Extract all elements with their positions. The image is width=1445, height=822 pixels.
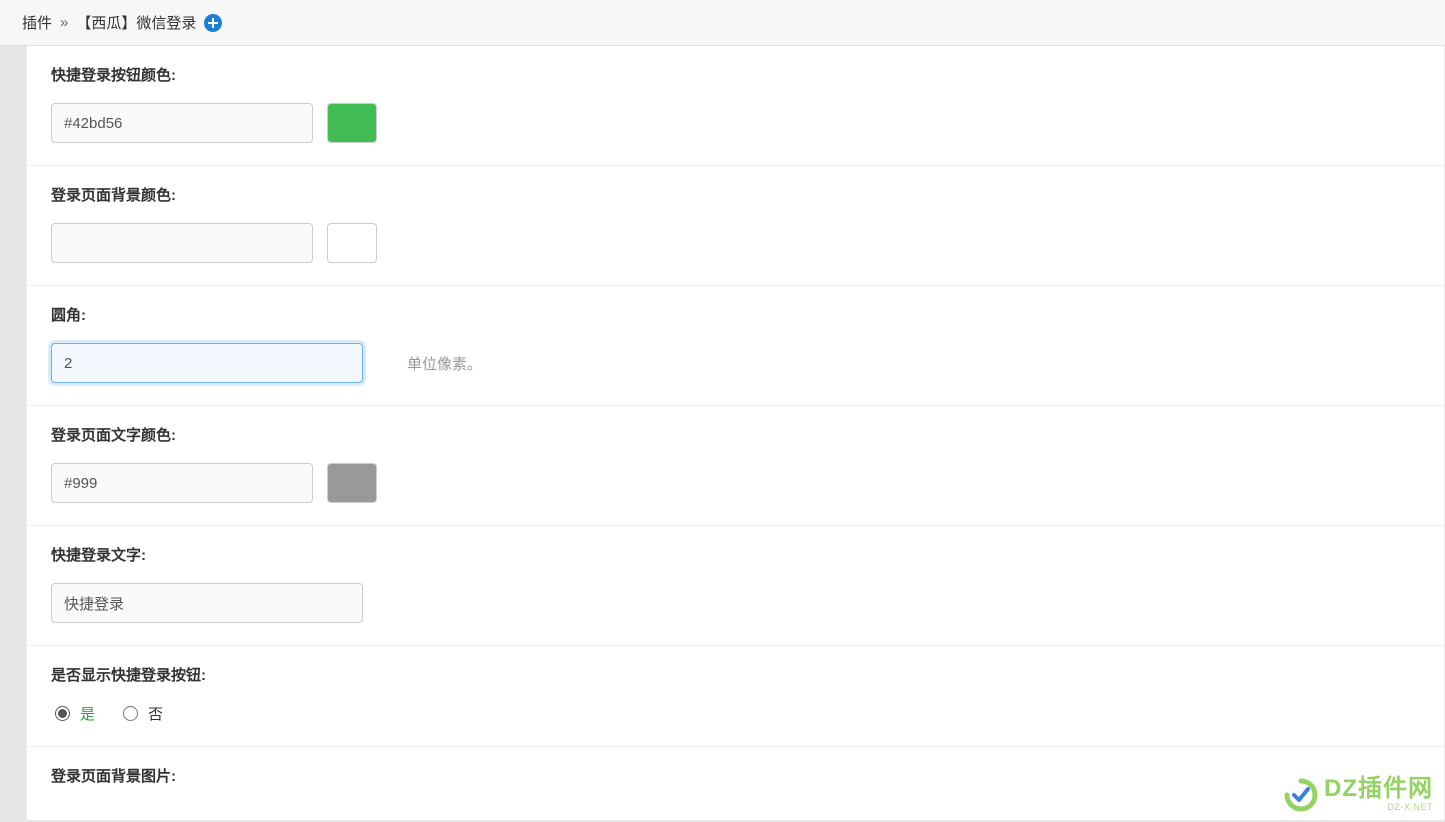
input-login-page-bg-color[interactable] [51, 223, 313, 263]
add-icon[interactable] [204, 14, 222, 32]
row-login-page-bg-color: 登录页面背景颜色: [27, 166, 1444, 286]
radio-yes-item[interactable]: 是 [55, 703, 95, 724]
radio-no[interactable] [123, 706, 138, 721]
hint-radius: 单位像素。 [407, 353, 482, 374]
label-login-page-bg-color: 登录页面背景颜色: [51, 184, 1420, 205]
input-quick-login-text[interactable] [51, 583, 363, 623]
label-quick-login-text: 快捷登录文字: [51, 544, 1420, 565]
radio-yes[interactable] [55, 706, 70, 721]
row-radius: 圆角: 单位像素。 [27, 286, 1444, 406]
radio-no-label: 否 [148, 703, 163, 724]
breadcrumb: 插件 » 【西瓜】微信登录 [0, 0, 1445, 46]
radio-yes-label: 是 [80, 703, 95, 724]
label-login-page-bg-image: 登录页面背景图片: [51, 765, 1420, 786]
input-quick-login-button-color[interactable] [51, 103, 313, 143]
label-login-page-text-color: 登录页面文字颜色: [51, 424, 1420, 445]
input-radius[interactable] [51, 343, 363, 383]
breadcrumb-plugins[interactable]: 插件 [22, 12, 52, 33]
row-quick-login-text: 快捷登录文字: [27, 526, 1444, 646]
swatch-login-page-bg-color[interactable] [327, 223, 377, 263]
row-quick-login-button-color: 快捷登录按钮颜色: [27, 46, 1444, 166]
form-panel: 快捷登录按钮颜色: 登录页面背景颜色: 圆角: 单位像素。 登录页面文字颜色: [26, 46, 1445, 820]
radio-no-item[interactable]: 否 [123, 703, 163, 724]
breadcrumb-separator: » [60, 14, 68, 31]
label-show-quick-login-button: 是否显示快捷登录按钮: [51, 664, 1420, 685]
swatch-login-page-text-color[interactable] [327, 463, 377, 503]
label-radius: 圆角: [51, 304, 1420, 325]
content-wrapper: 快捷登录按钮颜色: 登录页面背景颜色: 圆角: 单位像素。 登录页面文字颜色: [0, 46, 1445, 820]
input-login-page-text-color[interactable] [51, 463, 313, 503]
row-login-page-text-color: 登录页面文字颜色: [27, 406, 1444, 526]
swatch-quick-login-button-color[interactable] [327, 103, 377, 143]
row-show-quick-login-button: 是否显示快捷登录按钮: 是 否 [27, 646, 1444, 747]
row-login-page-bg-image: 登录页面背景图片: [27, 747, 1444, 820]
label-quick-login-button-color: 快捷登录按钮颜色: [51, 64, 1420, 85]
breadcrumb-current: 【西瓜】微信登录 [76, 12, 196, 33]
